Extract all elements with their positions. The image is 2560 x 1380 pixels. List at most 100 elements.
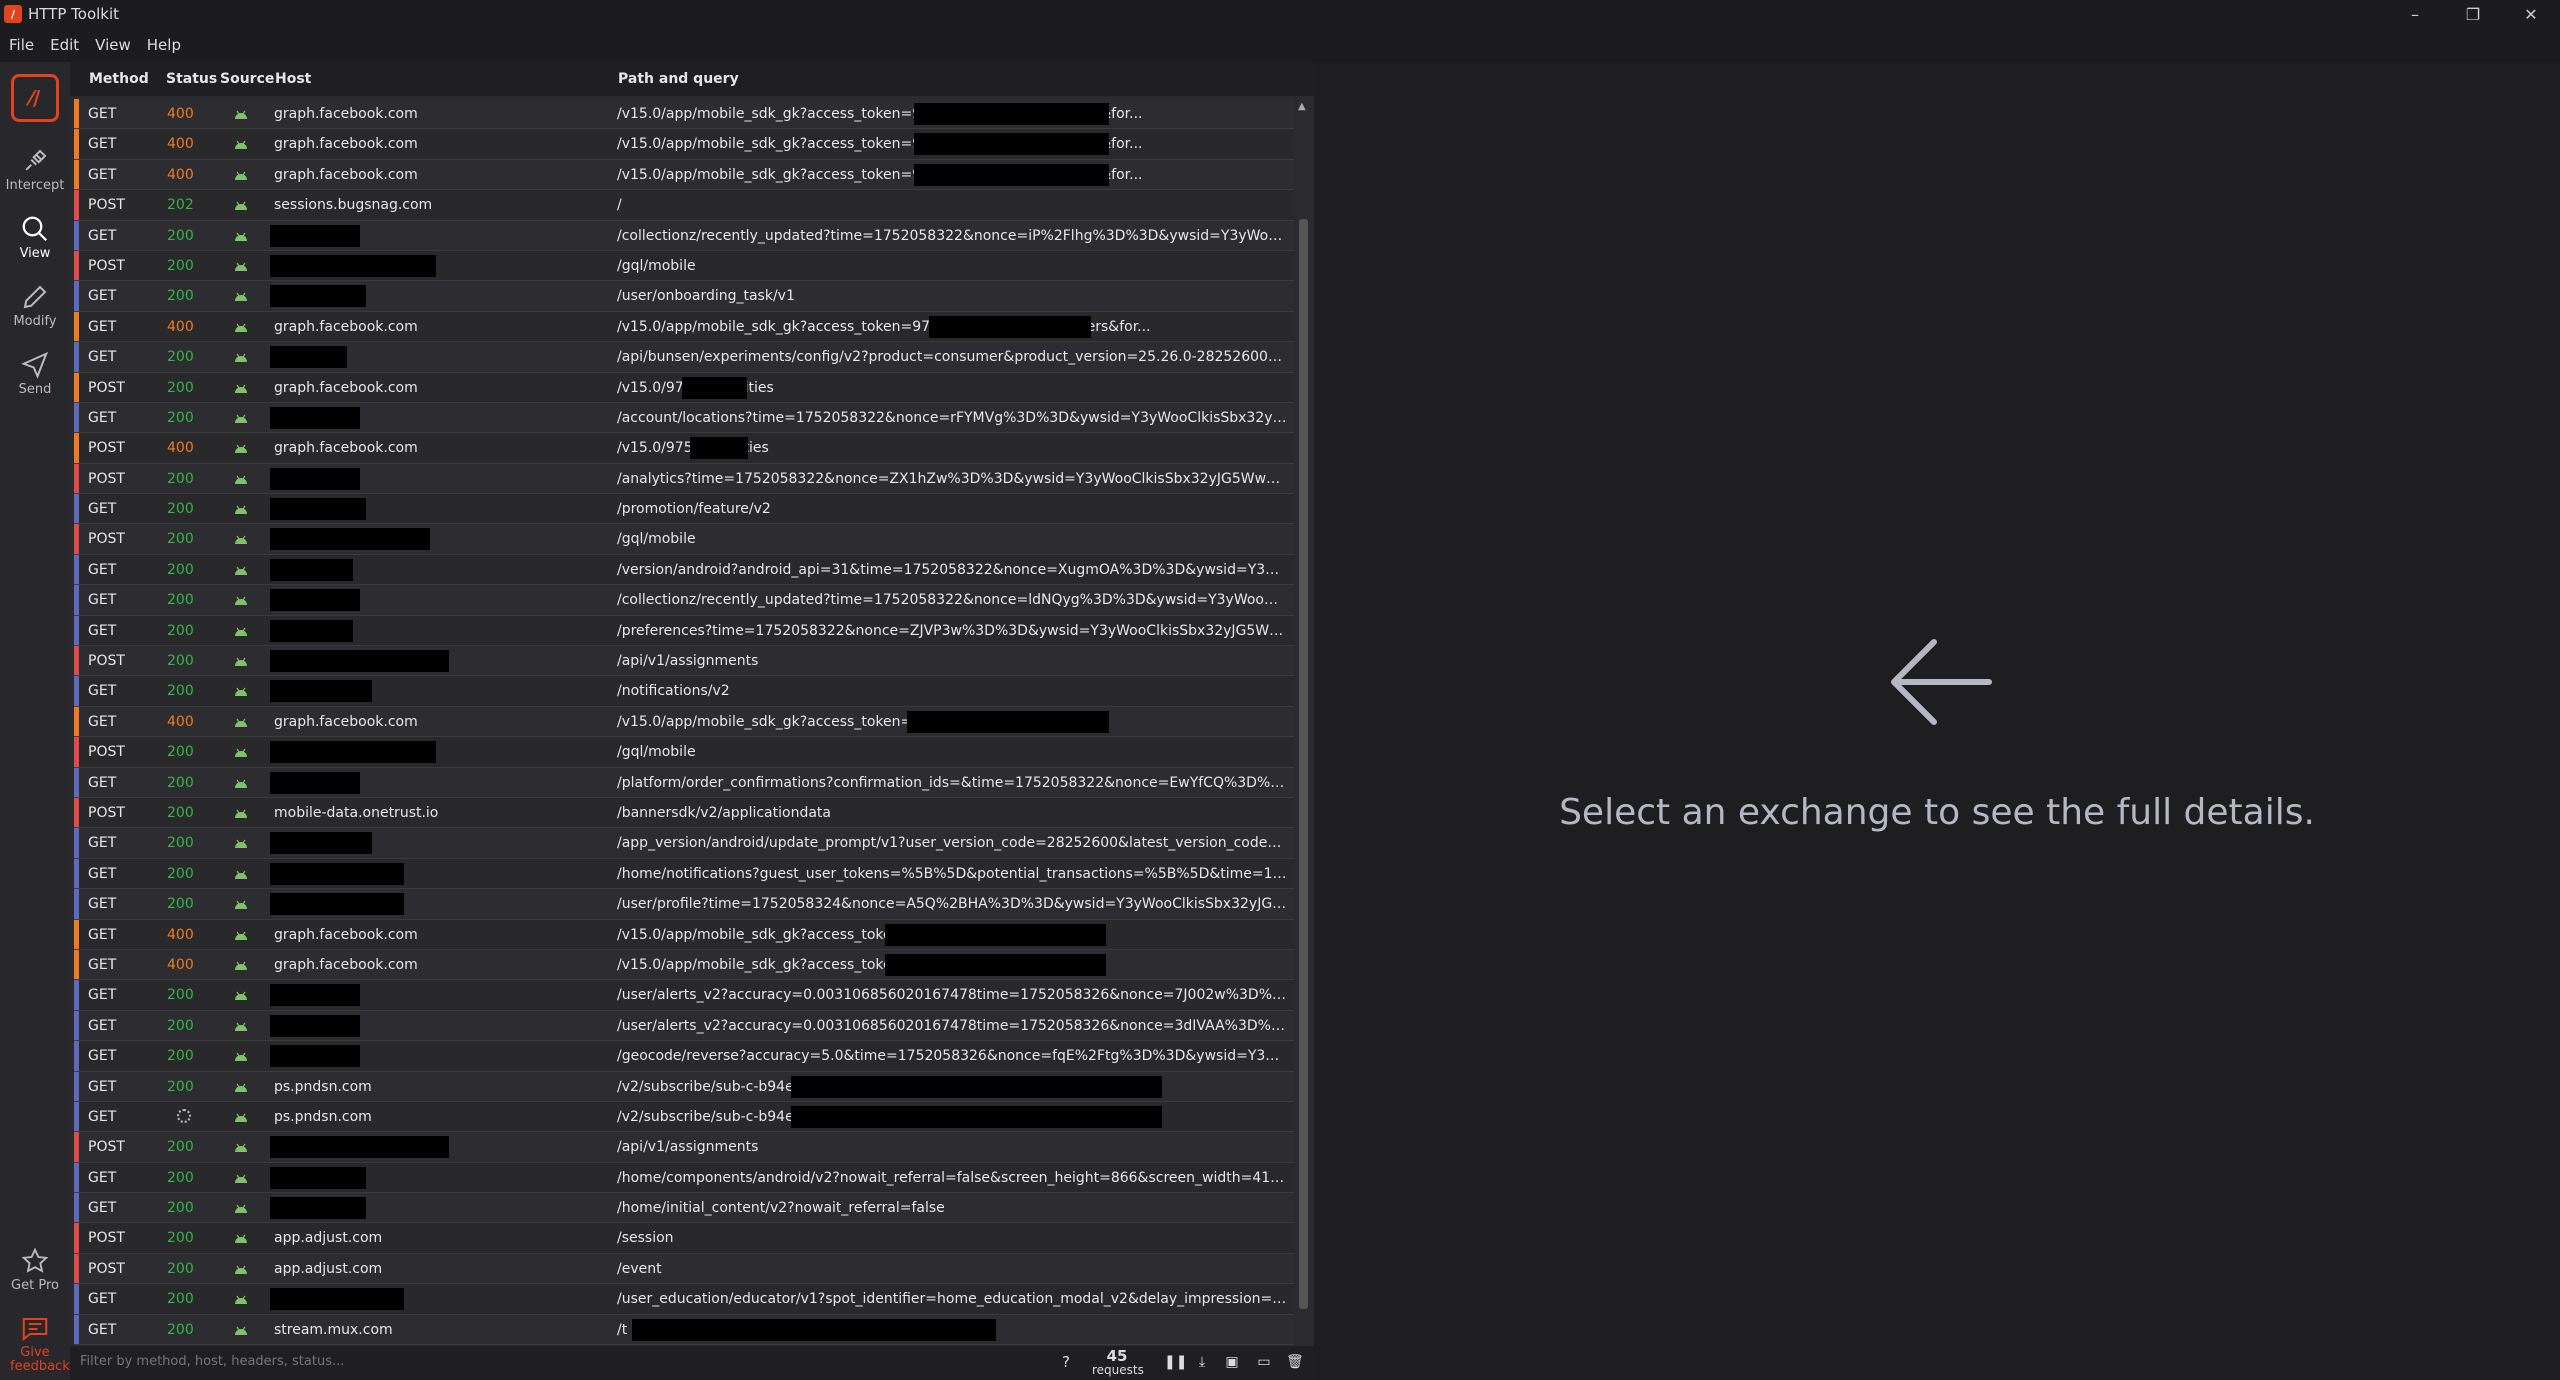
table-row[interactable]: GET 400 graph.facebook.com/v15.0/app/mobil… bbox=[74, 129, 1294, 160]
table-row[interactable]: POST 200 mobile-data.onetrust.io/bannersdk… bbox=[74, 797, 1294, 829]
status-cell: 200 bbox=[167, 835, 194, 852]
status-cell: 200 bbox=[167, 1169, 194, 1186]
table-row[interactable]: POST200 .com/api/v1/assignments bbox=[74, 1132, 1294, 1163]
status-cell: 200 bbox=[167, 1200, 194, 1217]
table-row[interactable]: GET 200/user_education/educator/v1?spot_i… bbox=[74, 1284, 1294, 1315]
table-row[interactable]: GET200 .com/collectionz/recently_updated… bbox=[74, 585, 1294, 616]
table-row[interactable]: GET200 .com/user/alerts_v2?accuracy=0.00… bbox=[74, 980, 1294, 1011]
table-row[interactable]: GET200 .com/notifications/v2 bbox=[74, 676, 1294, 707]
table-row[interactable]: POST200 .com/gql/mobile bbox=[74, 250, 1294, 282]
path-cell: /session bbox=[617, 1230, 674, 1247]
table-row[interactable]: GET200 com/api/bunsen/experiments/config… bbox=[74, 342, 1294, 373]
table-row[interactable]: GET 400 graph.facebook.com/v15.0/app/mobil… bbox=[74, 311, 1294, 343]
get-pro-label: Get Pro bbox=[11, 1278, 59, 1293]
menu-edit[interactable]: Edit bbox=[41, 36, 86, 54]
scrollbar-thumb[interactable] bbox=[1299, 219, 1308, 1309]
sidebar-item-modify[interactable]: Modify bbox=[0, 282, 70, 329]
scrollbar[interactable]: ▲ ▼ bbox=[1294, 99, 1312, 1366]
maximize-icon[interactable]: ❐ bbox=[2444, 0, 2502, 28]
sidebar-item-send[interactable]: Send bbox=[0, 350, 70, 397]
android-icon bbox=[235, 1326, 247, 1335]
table-row[interactable]: POST200 .com/analytics?time=1752058322&n… bbox=[74, 463, 1294, 495]
table-row[interactable]: GET200 .com/account/locations?time=17520… bbox=[74, 402, 1294, 434]
redaction-box bbox=[270, 650, 450, 673]
column-header-source[interactable]: Source bbox=[220, 71, 274, 87]
table-row[interactable]: GET200 .com/user/alerts_v2?accuracy=0.00… bbox=[74, 1010, 1294, 1042]
table-row[interactable]: GET200 .com/home/components/android/v2?n… bbox=[74, 1162, 1294, 1194]
redaction-box bbox=[791, 1105, 1162, 1128]
android-icon bbox=[235, 900, 247, 910]
status-cell: 200 bbox=[167, 257, 194, 274]
column-header-path[interactable]: Path and query bbox=[618, 71, 739, 87]
column-header-method[interactable]: Method bbox=[89, 71, 149, 87]
help-icon[interactable]: ? bbox=[1062, 1353, 1070, 1371]
get-pro-button[interactable]: Get Pro bbox=[0, 1246, 70, 1293]
menu-view[interactable]: View bbox=[86, 36, 138, 54]
table-row[interactable]: GET200 .com/version/android?android_api=… bbox=[74, 554, 1294, 586]
table-row[interactable]: POST200 com/gql/mobile bbox=[74, 737, 1294, 768]
redaction-box bbox=[270, 346, 347, 369]
table-row[interactable]: GET 200 ps.pndsn.com/v2/subscribe/sub-c-b9… bbox=[74, 1071, 1294, 1102]
sidebar-item-view[interactable]: View bbox=[0, 214, 70, 261]
menu-help[interactable]: Help bbox=[138, 36, 188, 54]
column-header-status[interactable]: Status bbox=[166, 71, 217, 87]
redaction-box bbox=[885, 953, 1107, 976]
table-row[interactable]: POST 200 app.adjust.com/event bbox=[74, 1253, 1294, 1285]
table-row[interactable]: GET ps.pndsn.com/v2/subscribe/sub-c-b94e … bbox=[74, 1101, 1294, 1133]
table-row[interactable]: GET 400 graph.facebook.com/v15.0/app/mobil… bbox=[74, 919, 1294, 950]
filter-input[interactable]: Filter by method, host, headers, status.… bbox=[80, 1354, 344, 1369]
clear-trash-icon[interactable]: 🗑 bbox=[1286, 1354, 1304, 1370]
open-folder-icon[interactable]: ▭ bbox=[1256, 1354, 1272, 1370]
table-row[interactable]: GET200 .com/user/onboarding_task/v1 bbox=[74, 281, 1294, 312]
table-row[interactable]: GET200 .com/geocode/reverse?accuracy=5.0… bbox=[74, 1041, 1294, 1072]
table-row[interactable]: POST200graph.facebook.com/v15.0/97 61/ac… bbox=[74, 372, 1294, 403]
method-marker bbox=[74, 1041, 79, 1071]
table-row[interactable]: GET200 .com/home/initial_content/v2?nowa… bbox=[74, 1193, 1294, 1224]
table-row[interactable]: GET 400 graph.facebook.com/v15.0/app/mobil… bbox=[74, 706, 1294, 738]
table-row[interactable]: POST 202 sessions.bugsnag.com / bbox=[74, 190, 1294, 221]
httptoolkit-logo-icon[interactable]: ⁄/ bbox=[11, 74, 59, 122]
path-cell: /geocode/reverse?accuracy=5.0&time=17520… bbox=[617, 1048, 1287, 1065]
sidebar-item-label: View bbox=[19, 246, 51, 261]
give-feedback-button[interactable]: Give feedback bbox=[0, 1314, 70, 1374]
close-icon[interactable]: ✕ bbox=[2502, 0, 2560, 28]
table-row[interactable]: GET 400 graph.facebook.com/v15.0/app/mobil… bbox=[74, 99, 1294, 130]
table-row[interactable]: POST 200 app.adjust.com/session bbox=[74, 1223, 1294, 1254]
table-row[interactable]: POST200 .com/gql/mobile bbox=[74, 524, 1294, 555]
method-cell: POST bbox=[88, 379, 125, 396]
table-row[interactable]: GET 200/user/profile?time=1752058324&nonc… bbox=[74, 889, 1294, 920]
table-row[interactable]: GET200 .com/promotion/feature/v2 bbox=[74, 494, 1294, 525]
method-marker bbox=[74, 828, 79, 858]
android-icon bbox=[235, 1083, 247, 1092]
table-row[interactable]: GET 400 graph.facebook.com/v15.0/app/mobil… bbox=[74, 949, 1294, 981]
minimize-icon[interactable]: – bbox=[2386, 0, 2444, 28]
method-marker bbox=[74, 706, 79, 737]
method-marker bbox=[74, 220, 79, 250]
table-row[interactable]: GET200 .com/app_version/android/update_p… bbox=[74, 828, 1294, 859]
android-icon bbox=[235, 262, 247, 271]
pause-icon[interactable]: ❚❚ bbox=[1164, 1354, 1187, 1370]
save-icon[interactable]: ▣ bbox=[1224, 1354, 1240, 1370]
table-row[interactable]: GET200 com/platform/order_confirmations?… bbox=[74, 767, 1294, 798]
table-row[interactable]: GET 200/home/notifications?guest_user_tok… bbox=[74, 858, 1294, 890]
scroll-up-icon[interactable]: ▲ bbox=[1298, 101, 1306, 112]
table-row[interactable]: POST200 .com/api/v1/assignments bbox=[74, 646, 1294, 677]
host-cell: graph.facebook.com bbox=[274, 106, 418, 122]
column-header-host[interactable]: Host bbox=[275, 71, 311, 87]
status-cell bbox=[167, 1108, 191, 1127]
table-row[interactable]: GET 400 graph.facebook.com/v15.0/app/mobil… bbox=[74, 159, 1294, 191]
table-row[interactable]: GET200 .com/preferences?time=1752058322&… bbox=[74, 615, 1294, 647]
path-cell: /user_education/educator/v1?spot_identif… bbox=[617, 1291, 1287, 1308]
host-cell: stream.mux.com bbox=[274, 1321, 393, 1338]
redaction-box bbox=[270, 224, 360, 247]
table-row[interactable]: GET200 .com/collectionz/recently_updated… bbox=[74, 220, 1294, 251]
table-row[interactable]: GET200stream.mux.com/t Y/high.mp4 bbox=[74, 1314, 1294, 1346]
table-row[interactable]: POST400graph.facebook.com/v15.0/975 l/ac… bbox=[74, 433, 1294, 464]
path-cell: /user/profile?time=1752058324&nonce=A5Q%… bbox=[617, 896, 1287, 913]
sidebar-item-intercept[interactable]: Intercept bbox=[0, 146, 70, 193]
scroll-to-end-icon[interactable]: ⤓ bbox=[1194, 1354, 1210, 1370]
menu-file[interactable]: File bbox=[0, 36, 41, 54]
redaction-box bbox=[270, 1014, 360, 1037]
android-icon bbox=[235, 414, 247, 423]
method-marker bbox=[74, 1193, 79, 1223]
